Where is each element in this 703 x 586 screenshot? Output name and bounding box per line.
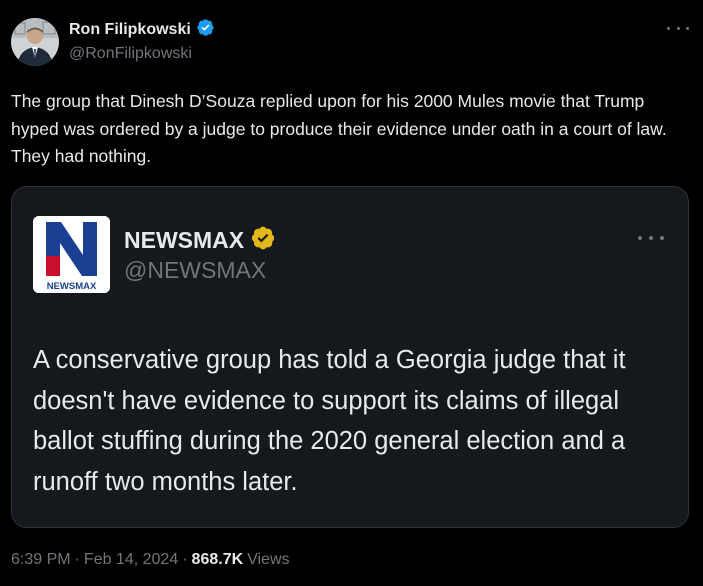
quote-author-name[interactable]: NEWSMAX (124, 227, 244, 254)
verified-badge-icon[interactable] (196, 18, 215, 42)
tweet-text: The group that Dinesh D’Souza replied up… (11, 91, 667, 166)
quoted-tweet-card[interactable]: NEWSMAX NEWSMAX @NEWSMAX A conservative … (11, 186, 689, 528)
tweet-meta: 6:39 PM · Feb 14, 2024 · 868.7K Views (11, 551, 290, 569)
author-name-row: Ron Filipkowski (69, 19, 215, 41)
avatar-photo (11, 18, 59, 66)
tweet-time[interactable]: 6:39 PM (11, 551, 71, 569)
quote-more-options-icon[interactable] (638, 230, 664, 246)
views-count[interactable]: 868.7K (192, 551, 244, 569)
author-avatar[interactable] (11, 18, 59, 66)
newsmax-logo-caption: NEWSMAX (47, 281, 97, 292)
gold-verified-badge-icon[interactable] (250, 225, 276, 256)
meta-separator: · (182, 551, 188, 568)
tweet-date[interactable]: Feb 14, 2024 (84, 551, 178, 569)
newsmax-logo-icon: NEWSMAX (33, 216, 110, 293)
views-label: Views (247, 551, 290, 568)
more-options-icon[interactable] (667, 20, 689, 36)
author-name[interactable]: Ron Filipkowski (69, 21, 191, 39)
tweet: Ron Filipkowski @RonFilipkowski The grou… (0, 0, 703, 586)
quote-author-handle[interactable]: @NEWSMAX (124, 257, 266, 284)
quote-author-name-row: NEWSMAX (124, 225, 276, 255)
meta-separator: · (74, 551, 80, 568)
author-handle[interactable]: @RonFilipkowski (69, 45, 192, 63)
newsmax-logo-avatar[interactable]: NEWSMAX (33, 216, 110, 293)
quote-text: A conservative group has told a Georgia … (33, 346, 626, 496)
